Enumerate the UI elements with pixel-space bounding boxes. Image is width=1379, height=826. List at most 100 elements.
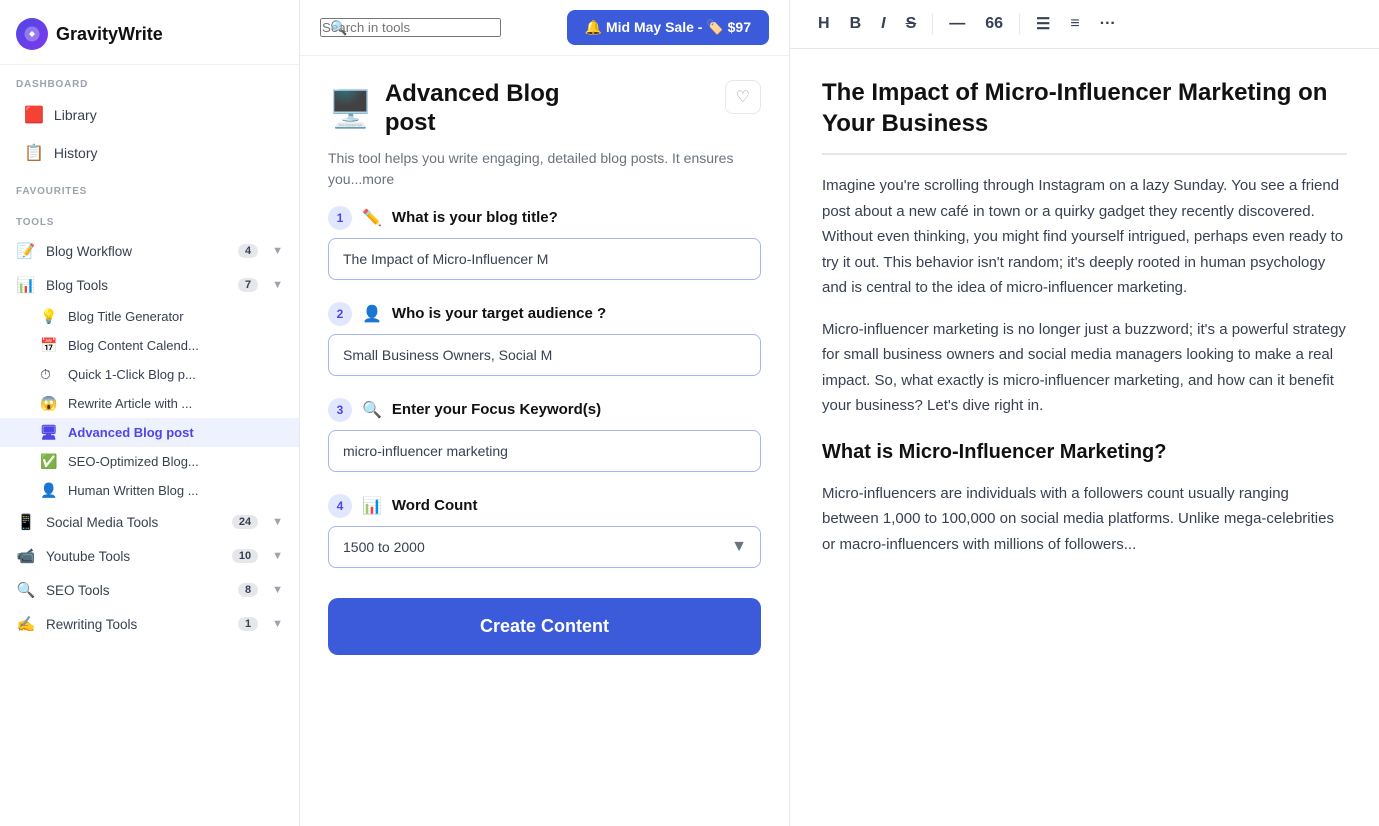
tool-description: This tool helps you write engaging, deta… xyxy=(328,148,761,190)
create-content-button[interactable]: Create Content xyxy=(328,598,761,655)
sidebar: GravityWrite DASHBOARD 🟥 Library 📋 Histo… xyxy=(0,0,300,826)
editor-paragraph-3: Micro-influencers are individuals with a… xyxy=(822,481,1347,558)
step-1-label: 1 ✏️ What is your blog title? xyxy=(328,206,761,230)
rewriting-chevron: ▼ xyxy=(272,618,283,630)
step-2-icon: 👤 xyxy=(362,304,382,324)
form-area: 1 ✏️ What is your blog title? 2 👤 Who is… xyxy=(300,206,789,826)
blog-workflow-chevron: ▼ xyxy=(272,245,283,257)
sidebar-item-blog-tools-label: Blog Tools xyxy=(46,278,108,293)
sidebar-item-social-media[interactable]: 📱 Social Media Tools 24 ▼ xyxy=(0,506,299,538)
sidebar-sub-human-blog[interactable]: 👤 Human Written Blog ... xyxy=(0,476,299,505)
sidebar-item-youtube[interactable]: 📹 Youtube Tools 10 ▼ xyxy=(0,540,299,572)
step-3-number: 3 xyxy=(328,398,352,422)
logo-text: GravityWrite xyxy=(56,24,163,45)
editor-panel: H B I S — 66 ☰ ≡ ··· The Impact of Micro… xyxy=(790,0,1379,826)
target-audience-input[interactable] xyxy=(328,334,761,376)
seo-chevron: ▼ xyxy=(272,584,283,596)
word-count-wrapper: 500 to 1000 1000 to 1500 1500 to 2000 20… xyxy=(328,526,761,568)
toolbar-italic-button[interactable]: I xyxy=(873,11,893,37)
sidebar-item-blog-workflow[interactable]: 📝 Blog Workflow 4 ▼ xyxy=(0,235,299,267)
blog-workflow-badge: 4 xyxy=(238,244,258,258)
quick-blog-icon: ⏱ xyxy=(40,366,58,383)
sale-button[interactable]: 🔔 Mid May Sale - 🏷️ $97 xyxy=(567,10,769,45)
rewrite-icon: 😱 xyxy=(40,395,58,412)
toolbar-divider-1 xyxy=(932,14,933,34)
human-blog-icon: 👤 xyxy=(40,482,58,499)
favourite-button[interactable]: ♡ xyxy=(725,80,761,114)
sidebar-item-rewriting-label: Rewriting Tools xyxy=(46,617,137,632)
main-content-panel: 🔍 🔔 Mid May Sale - 🏷️ $97 🖥️ Advanced Bl… xyxy=(300,0,790,826)
tools-section-label: TOOLS xyxy=(0,203,299,234)
sidebar-sub-advanced-blog-label: Advanced Blog post xyxy=(68,425,194,440)
form-step-3: 3 🔍 Enter your Focus Keyword(s) xyxy=(328,398,761,472)
blog-tools-badge: 7 xyxy=(238,278,258,292)
sidebar-item-seo-label: SEO Tools xyxy=(46,583,110,598)
blog-calendar-icon: 📅 xyxy=(40,337,58,354)
dashboard-section-label: DASHBOARD xyxy=(0,65,299,96)
history-icon: 📋 xyxy=(24,143,44,163)
blog-workflow-icon: 📝 xyxy=(16,242,36,260)
sidebar-item-history-label: History xyxy=(54,145,98,161)
social-media-badge: 24 xyxy=(232,515,258,529)
sidebar-sub-rewrite-article[interactable]: 😱 Rewrite Article with ... xyxy=(0,389,299,418)
search-icon: 🔍 xyxy=(330,19,347,36)
editor-paragraph-2: Micro-influencer marketing is no longer … xyxy=(822,317,1347,419)
library-icon: 🟥 xyxy=(24,105,44,125)
step-4-label: 4 📊 Word Count xyxy=(328,494,761,518)
seo-blog-icon: ✅ xyxy=(40,453,58,470)
toolbar-unordered-list-button[interactable]: ☰ xyxy=(1028,10,1058,38)
youtube-icon: 📹 xyxy=(16,547,36,565)
sidebar-item-history[interactable]: 📋 History xyxy=(8,135,291,171)
sidebar-item-seo[interactable]: 🔍 SEO Tools 8 ▼ xyxy=(0,574,299,606)
step-4-number: 4 xyxy=(328,494,352,518)
step-4-title: Word Count xyxy=(392,497,478,514)
step-1-title: What is your blog title? xyxy=(392,209,558,226)
blog-title-input[interactable] xyxy=(328,238,761,280)
search-wrapper: 🔍 xyxy=(320,18,501,37)
toolbar-ordered-list-button[interactable]: ≡ xyxy=(1062,11,1087,37)
sidebar-item-youtube-label: Youtube Tools xyxy=(46,549,130,564)
tool-title-left: 🖥️ Advanced Blogpost xyxy=(328,80,560,138)
header-right: 🔔 Mid May Sale - 🏷️ $97 xyxy=(567,10,769,45)
sidebar-sub-seo-blog[interactable]: ✅ SEO-Optimized Blog... xyxy=(0,447,299,476)
editor-heading: The Impact of Micro-Influencer Marketing… xyxy=(822,77,1347,139)
sidebar-sub-seo-blog-label: SEO-Optimized Blog... xyxy=(68,454,199,469)
step-4-icon: 📊 xyxy=(362,496,382,516)
sidebar-item-blog-tools[interactable]: 📊 Blog Tools 7 ▼ xyxy=(0,269,299,301)
toolbar-heading-button[interactable]: H xyxy=(810,11,838,37)
editor-divider xyxy=(822,153,1347,155)
favourites-section-label: FAVOURITES xyxy=(0,172,299,203)
form-step-2: 2 👤 Who is your target audience ? xyxy=(328,302,761,376)
sidebar-sub-quick-blog[interactable]: ⏱ Quick 1-Click Blog p... xyxy=(0,360,299,389)
tool-title-row: 🖥️ Advanced Blogpost ♡ xyxy=(328,80,761,138)
tool-header: 🖥️ Advanced Blogpost ♡ This tool helps y… xyxy=(300,56,789,206)
step-2-number: 2 xyxy=(328,302,352,326)
sidebar-item-library[interactable]: 🟥 Library xyxy=(8,97,291,133)
step-3-icon: 🔍 xyxy=(362,400,382,420)
step-2-label: 2 👤 Who is your target audience ? xyxy=(328,302,761,326)
blog-title-icon: 💡 xyxy=(40,308,58,325)
more-link[interactable]: ...more xyxy=(351,171,395,187)
sidebar-sub-quick-blog-label: Quick 1-Click Blog p... xyxy=(68,367,196,382)
toolbar-divider-button[interactable]: — xyxy=(941,11,973,37)
step-1-icon: ✏️ xyxy=(362,208,382,228)
seo-icon: 🔍 xyxy=(16,581,36,599)
social-media-chevron: ▼ xyxy=(272,516,283,528)
toolbar-more-button[interactable]: ··· xyxy=(1092,11,1124,37)
sidebar-sub-advanced-blog[interactable]: 🖥 Advanced Blog post xyxy=(0,418,299,447)
blog-tools-chevron: ▼ xyxy=(272,279,283,291)
word-count-select[interactable]: 500 to 1000 1000 to 1500 1500 to 2000 20… xyxy=(328,526,761,568)
toolbar-bold-button[interactable]: B xyxy=(842,11,870,37)
toolbar-quote-button[interactable]: 66 xyxy=(977,11,1011,37)
focus-keyword-input[interactable] xyxy=(328,430,761,472)
step-1-number: 1 xyxy=(328,206,352,230)
sidebar-item-library-label: Library xyxy=(54,107,97,123)
sidebar-sub-blog-title-generator[interactable]: 💡 Blog Title Generator xyxy=(0,302,299,331)
editor-subheading: What is Micro-Influencer Marketing? xyxy=(822,435,1347,469)
sidebar-item-rewriting[interactable]: ✍️ Rewriting Tools 1 ▼ xyxy=(0,608,299,640)
sidebar-item-blog-workflow-label: Blog Workflow xyxy=(46,244,132,259)
editor-paragraph-1: Imagine you're scrolling through Instagr… xyxy=(822,173,1347,301)
form-step-4: 4 📊 Word Count 500 to 1000 1000 to 1500 … xyxy=(328,494,761,568)
sidebar-sub-blog-content-calendar[interactable]: 📅 Blog Content Calend... xyxy=(0,331,299,360)
toolbar-strikethrough-button[interactable]: S xyxy=(898,11,925,37)
